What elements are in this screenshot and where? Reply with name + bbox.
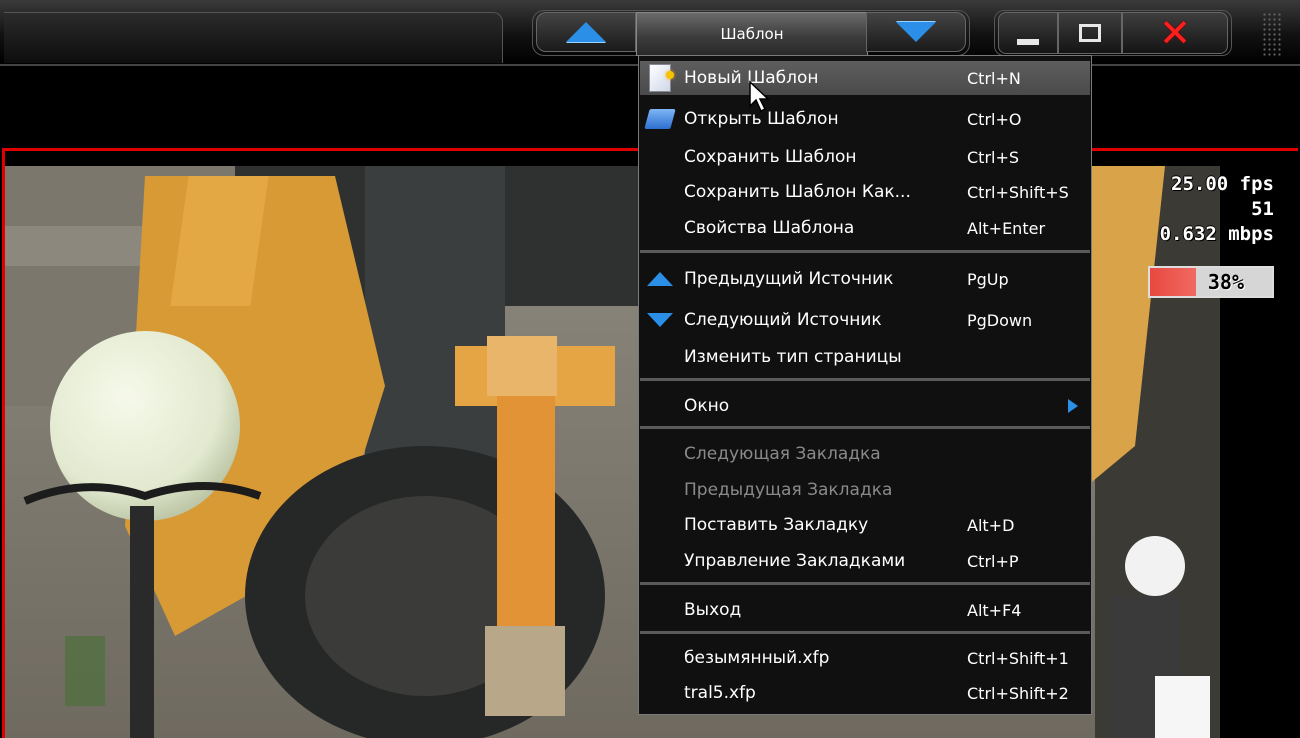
template-menu-label: Шаблон bbox=[720, 25, 784, 43]
bitrate-value: 0.632 mbps bbox=[1159, 223, 1274, 245]
previous-source-button[interactable] bbox=[536, 12, 636, 52]
menu-item-template-properties[interactable]: Свойства Шаблона Alt+Enter bbox=[640, 211, 1090, 245]
close-button[interactable]: ✕ bbox=[1122, 12, 1228, 54]
new-document-icon bbox=[646, 64, 674, 92]
minimize-button[interactable] bbox=[998, 12, 1058, 54]
menu-item-exit[interactable]: Выход Alt+F4 bbox=[640, 593, 1090, 627]
submenu-arrow-icon bbox=[1068, 399, 1078, 413]
mouse-cursor-icon bbox=[749, 80, 770, 113]
stats-readout: 25.00 fps 51 0.632 mbps bbox=[1160, 172, 1274, 247]
menu-item-next-source[interactable]: Следующий Источник PgDown bbox=[640, 303, 1090, 337]
maximize-button[interactable] bbox=[1058, 12, 1122, 54]
frame-counter: 51 bbox=[1251, 198, 1274, 220]
maximize-icon bbox=[1079, 24, 1101, 42]
menu-separator bbox=[640, 582, 1090, 585]
close-icon: ✕ bbox=[1159, 11, 1191, 55]
menu-item-recent-file-1[interactable]: безымянный.xfp Ctrl+Shift+1 bbox=[640, 641, 1090, 675]
menu-separator bbox=[640, 378, 1090, 381]
title-left-panel bbox=[4, 12, 503, 63]
menu-item-window[interactable]: Окно bbox=[640, 389, 1090, 423]
open-folder-icon bbox=[644, 105, 676, 133]
arrow-down-icon bbox=[896, 22, 936, 42]
load-progress-label: 38% bbox=[1207, 270, 1244, 294]
minimize-icon bbox=[1017, 39, 1039, 45]
menu-item-open-template[interactable]: Открыть Шаблон Ctrl+O bbox=[640, 102, 1090, 136]
menu-item-set-bookmark[interactable]: Поставить Закладку Alt+D bbox=[640, 508, 1090, 542]
arrow-up-icon bbox=[566, 22, 606, 42]
menu-item-save-template-as[interactable]: Сохранить Шаблон Как... Ctrl+Shift+S bbox=[640, 175, 1090, 209]
arrow-up-icon bbox=[646, 265, 674, 293]
load-progress-fill bbox=[1150, 268, 1197, 296]
menu-separator bbox=[640, 631, 1090, 634]
load-progress-bar: 38% bbox=[1148, 266, 1274, 298]
arrow-down-icon bbox=[646, 306, 674, 334]
menu-separator bbox=[640, 426, 1090, 429]
menu-item-previous-bookmark: Предыдущая Закладка bbox=[684, 480, 893, 500]
menu-item-new-template[interactable]: Новый Шаблон Ctrl+N bbox=[640, 61, 1090, 95]
resize-grip-icon[interactable] bbox=[1262, 12, 1282, 58]
menu-item-change-page-type[interactable]: Изменить тип страницы bbox=[640, 340, 1090, 374]
menu-item-save-template[interactable]: Сохранить Шаблон Ctrl+S bbox=[640, 140, 1090, 174]
next-source-button[interactable] bbox=[866, 12, 966, 52]
template-dropdown-menu: Новый Шаблон Ctrl+N Открыть Шаблон Ctrl+… bbox=[638, 55, 1092, 715]
fps-value: 25.00 fps bbox=[1171, 173, 1274, 195]
menu-item-manage-bookmarks[interactable]: Управление Закладками Ctrl+P bbox=[640, 544, 1090, 578]
menu-item-previous-source[interactable]: Предыдущий Источник PgUp bbox=[640, 262, 1090, 296]
menu-separator bbox=[640, 250, 1090, 253]
menu-item-next-bookmark: Следующая Закладка bbox=[684, 444, 881, 464]
menu-item-recent-file-2[interactable]: tral5.xfp Ctrl+Shift+2 bbox=[640, 676, 1090, 710]
template-menu-button[interactable]: Шаблон bbox=[636, 12, 868, 56]
